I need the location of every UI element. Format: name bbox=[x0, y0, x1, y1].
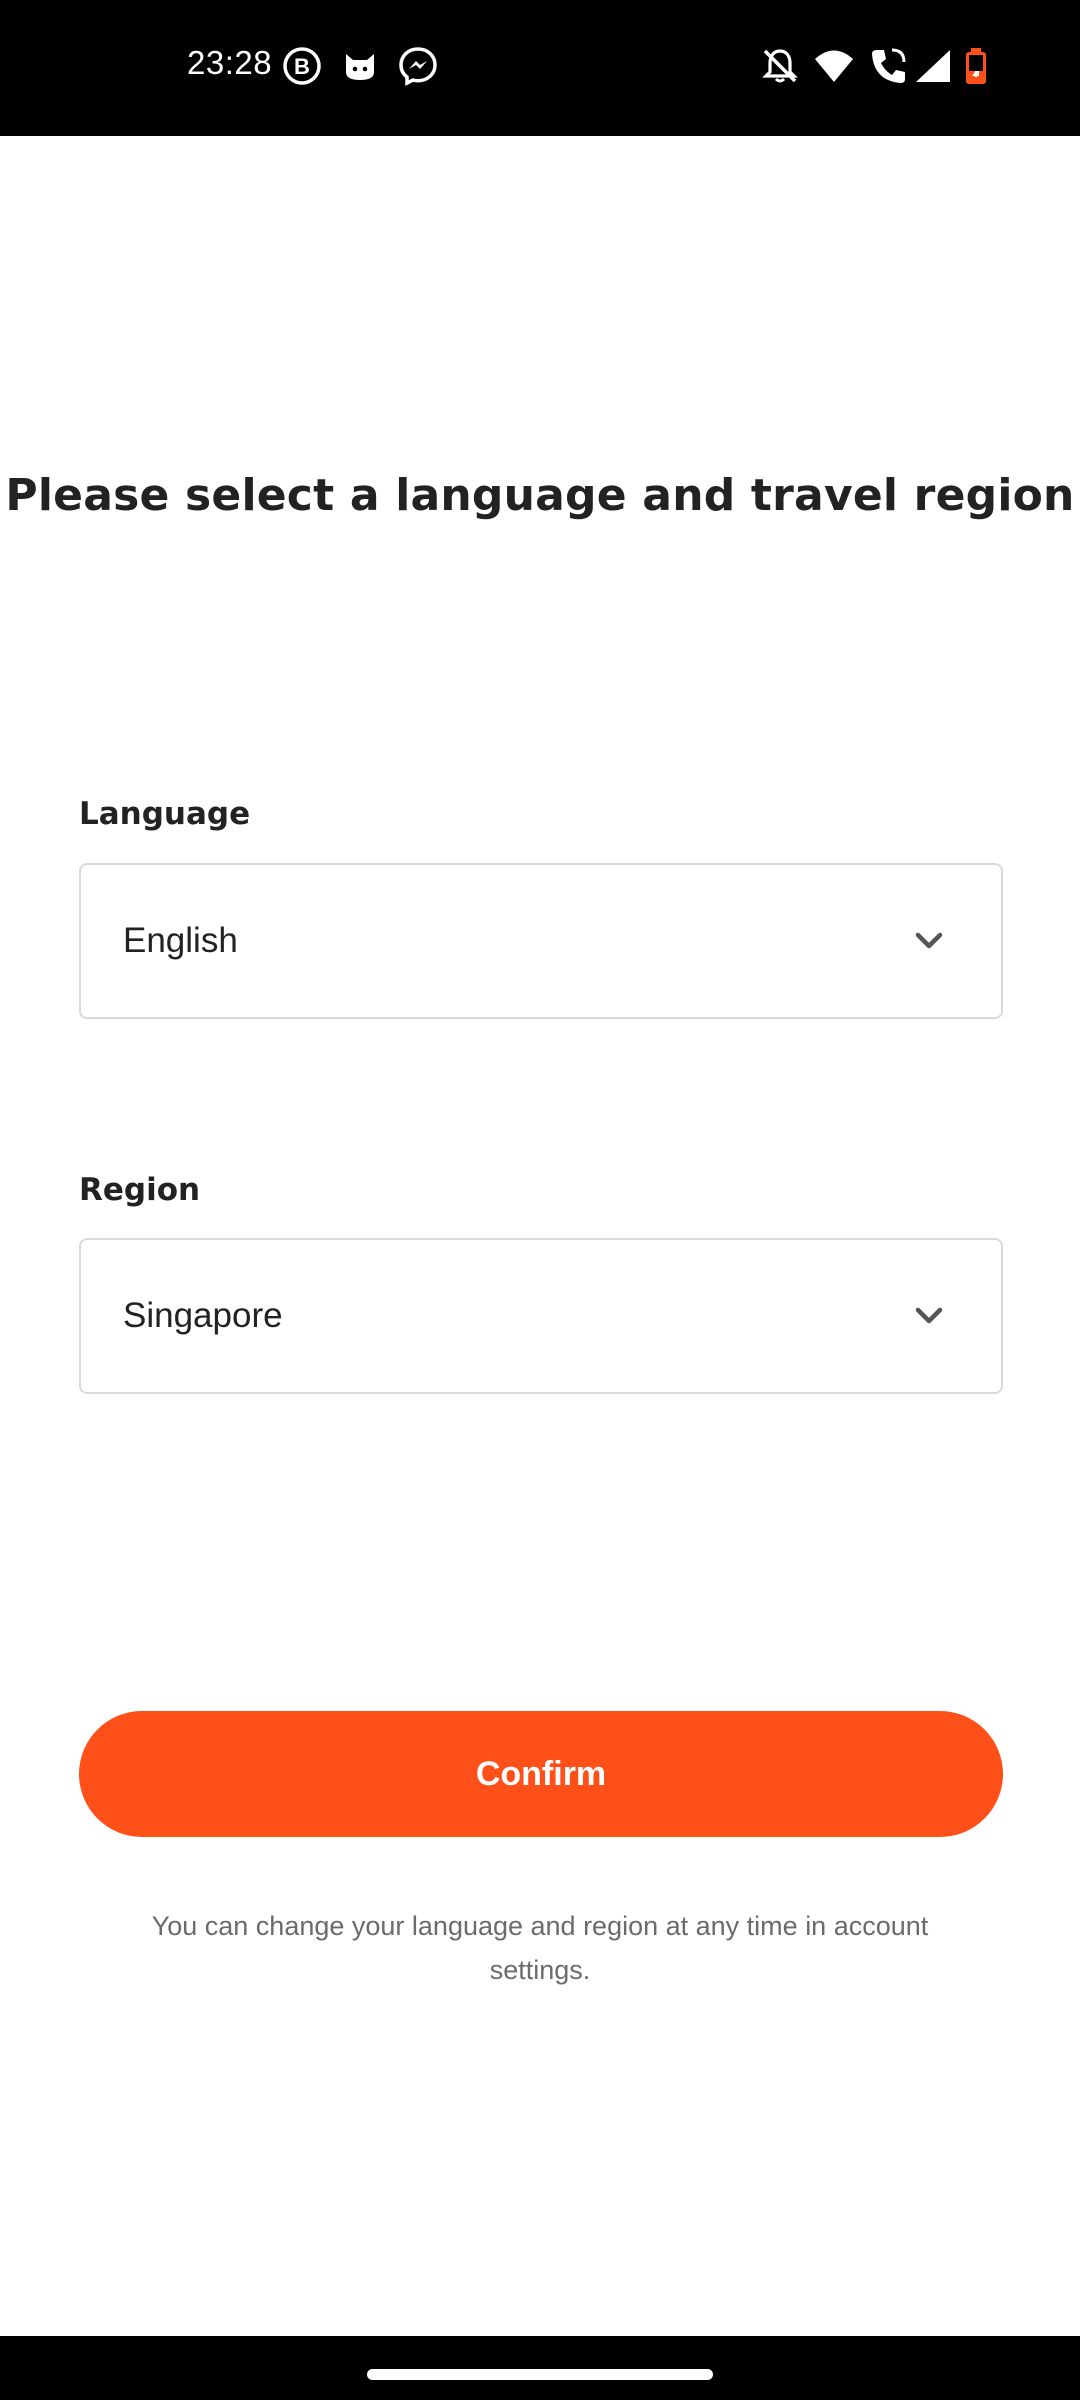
region-label: Region bbox=[79, 1172, 201, 1208]
chevron-down-icon bbox=[915, 1307, 943, 1324]
navigation-bar bbox=[0, 2336, 1080, 2400]
confirm-button[interactable]: Confirm bbox=[79, 1711, 1003, 1837]
language-label: Language bbox=[79, 796, 251, 832]
cat-app-icon bbox=[338, 44, 382, 88]
page-title: Please select a language and travel regi… bbox=[5, 470, 1075, 521]
status-time: 23:28 bbox=[187, 44, 273, 81]
notifications-off-icon bbox=[758, 44, 802, 88]
region-select[interactable]: Singapore bbox=[79, 1238, 1003, 1394]
language-value: English bbox=[123, 921, 238, 960]
region-value: Singapore bbox=[123, 1296, 283, 1335]
cell-signal-icon bbox=[910, 44, 954, 88]
chevron-down-icon bbox=[915, 932, 943, 949]
status-bar: 23:28 B bbox=[0, 0, 1080, 136]
home-gesture-handle[interactable] bbox=[367, 2369, 713, 2380]
wifi-calling-icon bbox=[866, 44, 910, 88]
messenger-icon bbox=[396, 44, 440, 88]
settings-footnote: You can change your language and region … bbox=[151, 1911, 929, 1985]
language-select[interactable]: English bbox=[79, 863, 1003, 1019]
svg-text:B: B bbox=[294, 54, 310, 79]
battery-icon bbox=[954, 44, 998, 88]
wifi-icon bbox=[812, 44, 856, 88]
b-badge-icon: B bbox=[280, 44, 324, 88]
